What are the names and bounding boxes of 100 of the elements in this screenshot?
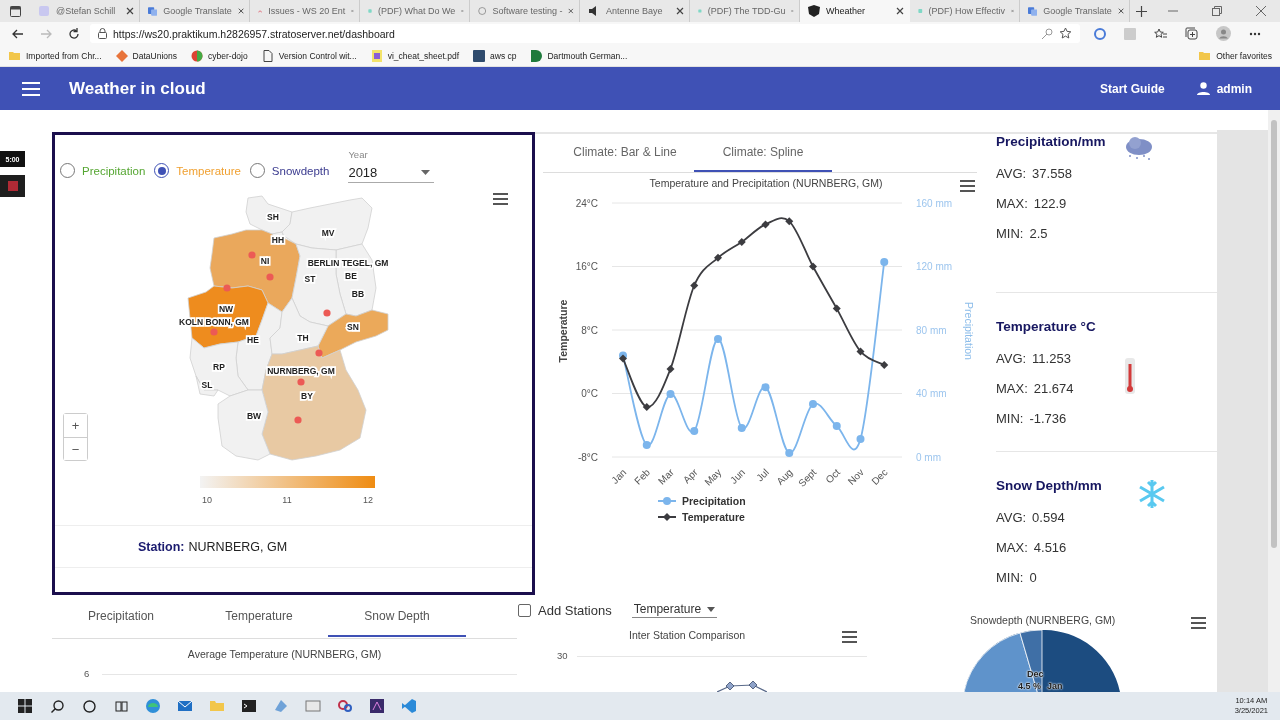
data-point [809, 262, 817, 271]
axis-label: Oct [823, 466, 843, 486]
stat-label: AVG: [996, 350, 1027, 366]
user-menu-button[interactable]: admin [1192, 75, 1256, 102]
chart-tab[interactable]: Climate: Bar & Line [556, 134, 694, 172]
data-point [832, 304, 841, 313]
stat-value: 122.9 [1033, 195, 1067, 211]
start-icon[interactable] [18, 699, 32, 713]
new-tab-icon[interactable] [1136, 5, 1147, 17]
restore-icon[interactable] [1212, 6, 1222, 16]
profile-avatar-icon[interactable] [1216, 26, 1231, 41]
key-icon[interactable] [1041, 27, 1053, 40]
start-guide-button[interactable]: Start Guide [1095, 75, 1169, 102]
cloud-icon [1124, 136, 1154, 162]
map-label: TH [297, 333, 309, 343]
close-icon[interactable] [896, 7, 904, 15]
browser-icon[interactable] [145, 698, 161, 714]
scrollbar[interactable] [1268, 110, 1280, 692]
data-point [832, 422, 841, 431]
address-field[interactable]: https://ws20.praktikum.h2826957.stratoserver.net/dashboard [90, 24, 1080, 43]
metric-select[interactable]: Temperature [631, 602, 718, 618]
image-icon [38, 5, 50, 17]
media-icon[interactable] [369, 698, 385, 714]
axis-label: Apr [680, 466, 700, 486]
collections-icon[interactable] [1185, 27, 1198, 40]
map-label: BB [351, 289, 365, 299]
close-icon[interactable] [676, 7, 684, 15]
mail-icon[interactable] [177, 698, 193, 714]
legend-label: Temperature [682, 511, 745, 523]
close-icon[interactable] [126, 7, 134, 15]
close-icon[interactable] [1117, 7, 1124, 15]
year-select[interactable]: Year 2018 [348, 149, 435, 183]
bookmark-link[interactable]: DataUnions [115, 49, 177, 62]
data-point [761, 383, 770, 392]
menu-icon[interactable] [960, 180, 975, 192]
stat-label: MIN: [996, 410, 1024, 426]
scrollbar-thumb[interactable] [1271, 120, 1277, 548]
close-icon[interactable] [237, 7, 244, 15]
shield-icon [808, 5, 820, 17]
folder-icon [9, 49, 21, 62]
code-editor-icon[interactable] [401, 698, 417, 714]
chart-tab[interactable]: Snow Depth [328, 597, 466, 637]
back-icon[interactable] [12, 27, 24, 40]
bookmark-link[interactable]: Other favorites [1199, 49, 1272, 62]
add-stations-checkbox[interactable]: Add Stations [518, 602, 612, 618]
chart-tab[interactable]: Precipitation [52, 597, 190, 637]
snowflake-icon [1137, 478, 1167, 510]
chart-tab[interactable]: Climate: Spline [694, 134, 832, 172]
task-view-icon[interactable] [114, 699, 128, 713]
stat-label: MAX: [996, 195, 1028, 211]
tab-actions-icon[interactable] [10, 5, 21, 17]
station-label: Station: [138, 539, 185, 554]
checkbox-box[interactable] [518, 603, 531, 617]
caret-icon [707, 606, 716, 612]
stop-icon [7, 181, 18, 191]
data-point [856, 347, 865, 356]
data-point [737, 423, 746, 432]
radio-label: Temperature [176, 164, 241, 177]
folder-icon [1199, 49, 1212, 62]
chart-tab[interactable]: Temperature [190, 597, 328, 637]
search-icon[interactable] [50, 699, 64, 713]
refresh-icon[interactable] [68, 27, 80, 40]
circle-icon[interactable] [82, 699, 96, 713]
bookmark-link[interactable]: cyber-dojo [191, 49, 248, 62]
stat-label: AVG: [996, 509, 1027, 525]
close-icon[interactable] [568, 7, 574, 15]
radio-option[interactable]: Snowdepth [249, 163, 330, 178]
axis-label: 80 mm [916, 324, 947, 336]
bookmark-link[interactable]: aws cp [473, 49, 517, 62]
bookmark-link[interactable]: Version Control wit... [261, 49, 357, 62]
axis-label: 120 mm [916, 261, 953, 272]
scale-label: 11 [282, 495, 292, 505]
ball-icon [191, 49, 203, 62]
browser-tab[interactable]: Wheather [800, 0, 910, 22]
tool-icon[interactable] [337, 698, 353, 714]
axis-label: Nov [845, 466, 866, 487]
caret-icon [421, 170, 431, 175]
extension-icon[interactable] [1094, 27, 1106, 40]
menu-icon[interactable] [493, 193, 508, 205]
more-icon[interactable] [1249, 31, 1261, 36]
terminal-icon[interactable] [241, 698, 257, 714]
menu-icon[interactable] [22, 81, 40, 96]
axis-label: -8°C [577, 451, 598, 463]
bookmark-link[interactable]: Dartmouth German... [530, 49, 628, 62]
favorites-icon[interactable] [1154, 27, 1167, 40]
stat-value: 0.594 [1032, 509, 1065, 525]
menu-icon[interactable] [1191, 617, 1206, 629]
star-add-icon[interactable] [1059, 27, 1072, 40]
radio-label: Precipitation [82, 164, 146, 177]
bookmark-link[interactable]: Imported from Chr... [9, 49, 102, 62]
stop-button[interactable] [0, 175, 25, 197]
close-icon[interactable] [1256, 6, 1266, 16]
scale-label: 12 [363, 495, 373, 505]
data-point [880, 257, 889, 266]
axis-label: Dec [869, 466, 890, 487]
zoom-out-button[interactable]: − [64, 437, 87, 460]
stat-label: MAX: [996, 380, 1028, 396]
menu-icon[interactable] [842, 631, 857, 643]
axis-label: 6 [84, 668, 90, 679]
bookmark-link[interactable]: vi_cheat_sheet.pdf [370, 49, 459, 62]
